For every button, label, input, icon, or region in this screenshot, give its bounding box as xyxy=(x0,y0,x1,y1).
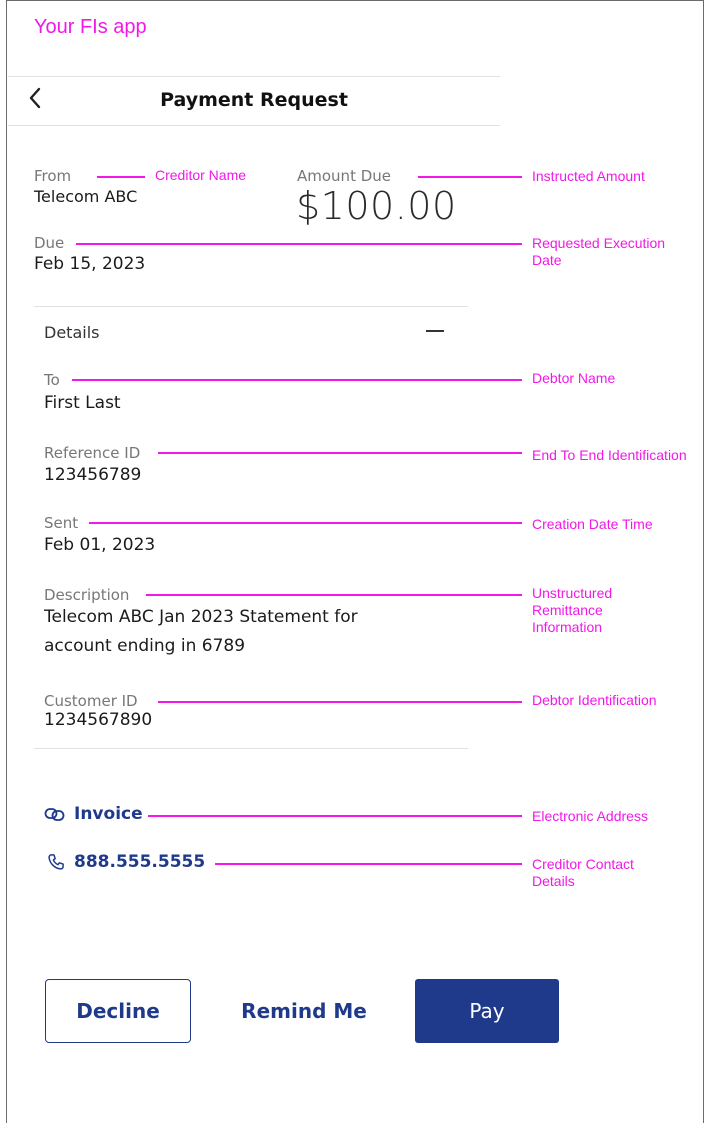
decline-button[interactable]: Decline xyxy=(45,979,191,1043)
description-line-2: account ending in 6789 xyxy=(44,636,246,656)
annotation-electronic-address: Electronic Address xyxy=(532,808,648,824)
end-to-end-id-connector xyxy=(158,452,522,454)
sent-label: Sent xyxy=(44,514,79,532)
remind-me-button[interactable]: Remind Me xyxy=(224,979,384,1043)
annotation-end-to-end-identification: End To End Identification xyxy=(532,447,687,463)
creation-date-time-connector xyxy=(89,522,522,524)
requested-execution-date-connector xyxy=(76,243,522,245)
annotation-creditor-contact-details: Creditor Contact Details xyxy=(532,856,634,889)
header-bottom-divider xyxy=(8,125,500,126)
annotation-instructed-amount: Instructed Amount xyxy=(532,168,645,184)
amount-due-label: Amount Due xyxy=(297,167,391,185)
to-label: To xyxy=(44,371,60,389)
phone-icon xyxy=(48,854,64,870)
annotation-debtor-name: Debtor Name xyxy=(532,370,616,386)
phone-link[interactable]: 888.555.5555 xyxy=(46,852,205,872)
instructed-amount-connector xyxy=(418,176,522,178)
from-value: Telecom ABC xyxy=(34,187,138,206)
annotation-creditor-name: Creditor Name xyxy=(155,167,247,183)
pay-button[interactable]: Pay xyxy=(415,979,559,1043)
creditor-contact-connector xyxy=(215,863,522,865)
electronic-address-connector xyxy=(148,815,522,817)
details-divider xyxy=(34,748,468,749)
remittance-info-connector xyxy=(146,594,522,596)
amount-due-value: $100.00 xyxy=(296,184,457,228)
annotation-creation-date-time: Creation Date Time xyxy=(532,516,653,532)
due-value: Feb 15, 2023 xyxy=(34,254,146,274)
summary-divider xyxy=(34,306,468,307)
annotation-unstructured-remittance-information: Unstructured Remittance Information xyxy=(532,585,613,635)
description-label: Description xyxy=(44,586,130,604)
sent-value: Feb 01, 2023 xyxy=(44,535,156,555)
invoice-link[interactable]: Invoice xyxy=(44,804,143,824)
to-value: First Last xyxy=(44,393,121,413)
reference-id-label: Reference ID xyxy=(44,444,141,462)
description-line-1: Telecom ABC Jan 2023 Statement for xyxy=(44,607,358,627)
minus-icon[interactable] xyxy=(426,330,444,332)
details-heading: Details xyxy=(44,323,100,342)
from-label: From xyxy=(34,167,72,185)
customer-id-label: Customer ID xyxy=(44,692,138,710)
reference-id-value: 123456789 xyxy=(44,465,142,485)
page-title: Payment Request xyxy=(160,89,348,111)
phone-link-label: 888.555.5555 xyxy=(74,852,206,872)
invoice-link-label: Invoice xyxy=(74,804,143,824)
due-label: Due xyxy=(34,234,65,252)
creditor-name-connector xyxy=(97,176,145,178)
debtor-identification-connector xyxy=(158,701,522,703)
app-title: Your FIs app xyxy=(34,16,147,38)
annotation-requested-execution-date: Requested Execution Date xyxy=(532,235,666,268)
customer-id-value: 1234567890 xyxy=(44,710,153,730)
debtor-name-connector xyxy=(72,379,522,381)
header-top-divider xyxy=(8,76,500,77)
link-icon xyxy=(44,808,65,821)
annotation-debtor-identification: Debtor Identification xyxy=(532,692,657,708)
